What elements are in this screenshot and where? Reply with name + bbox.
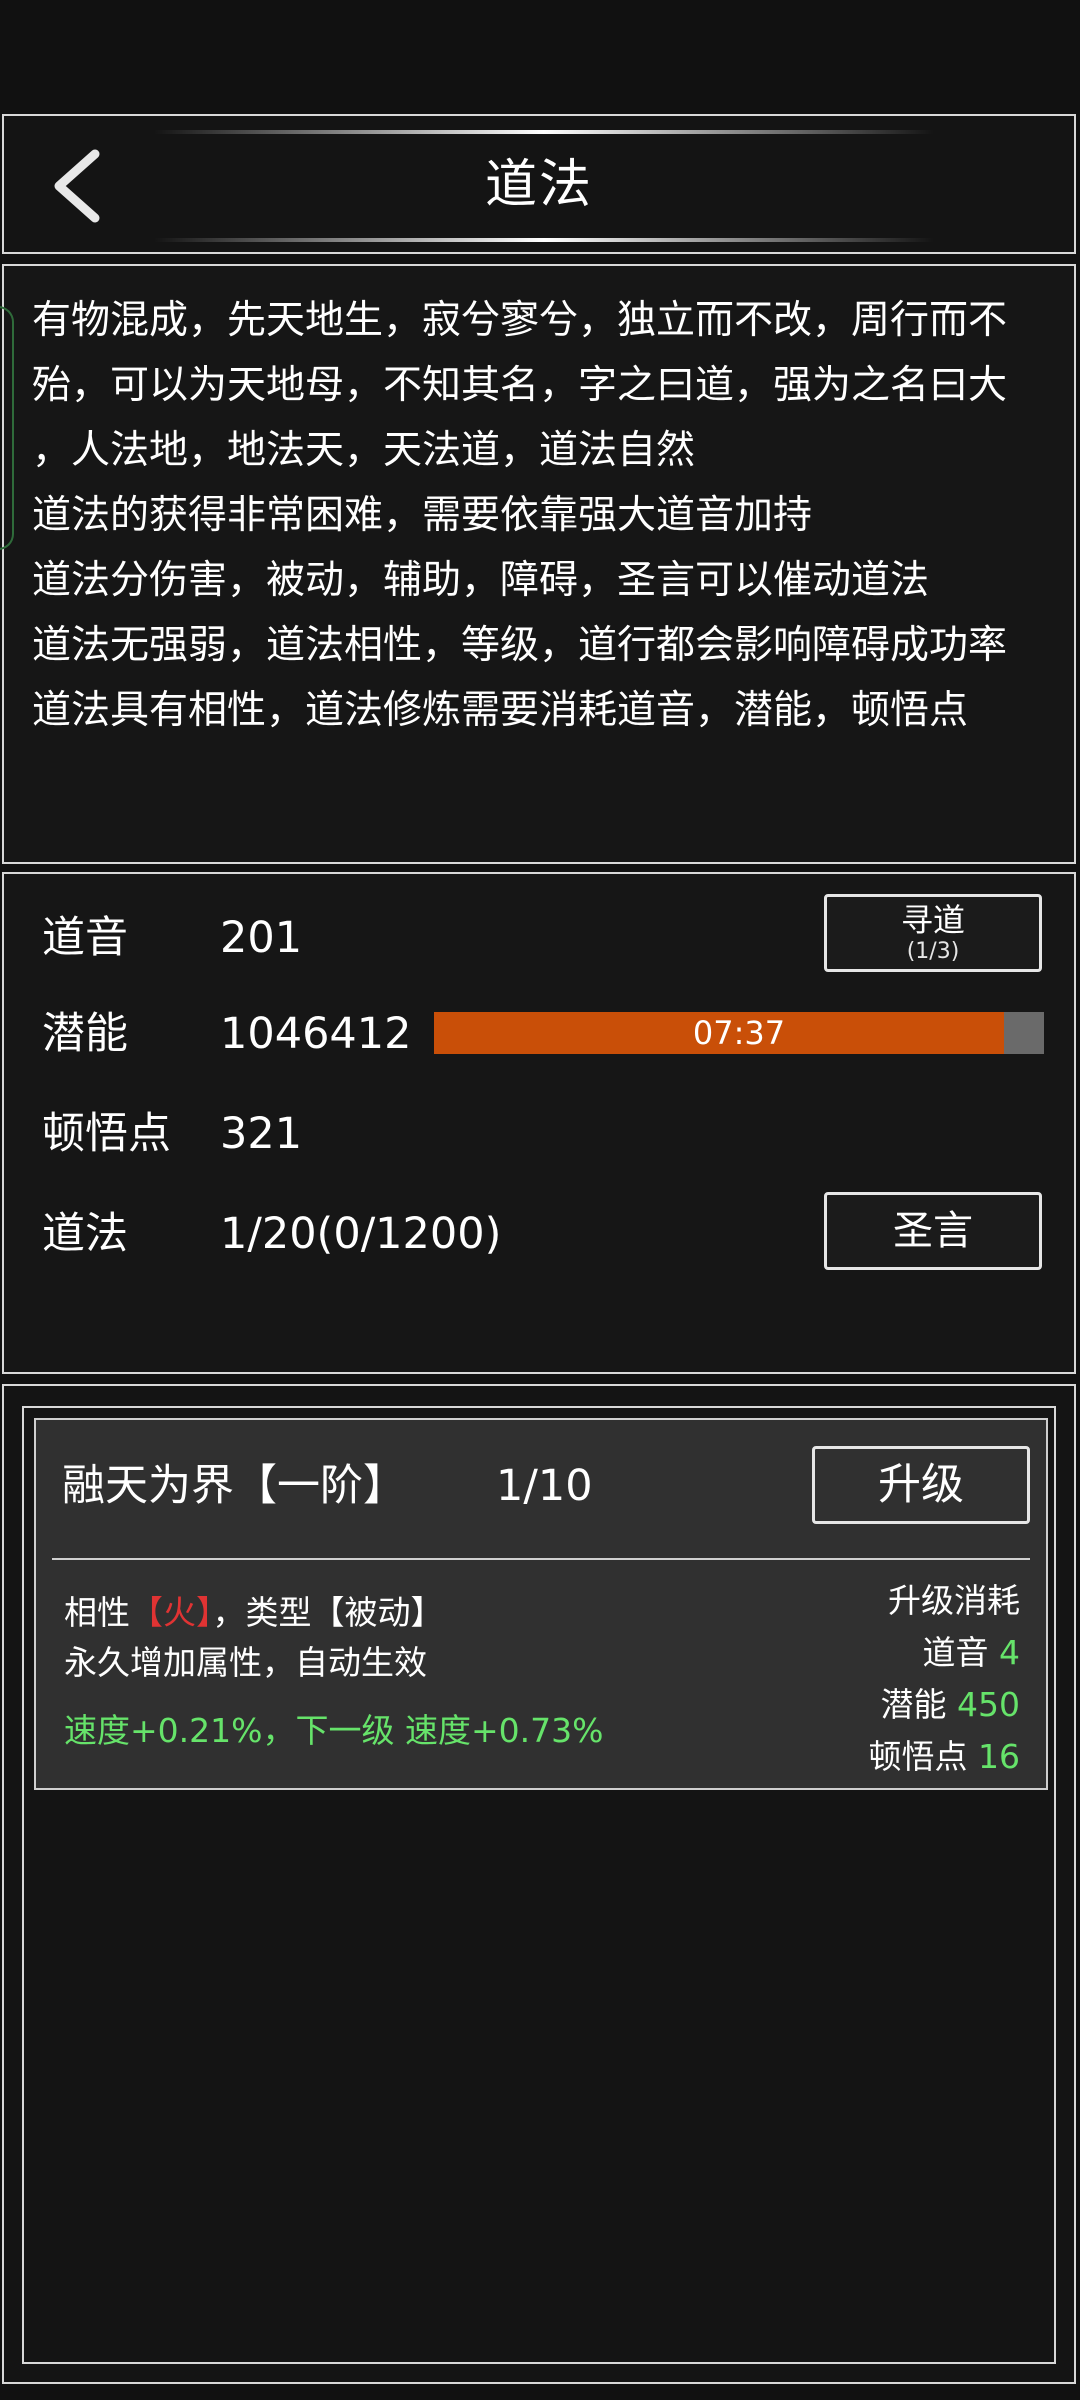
xundao-button-count: (1/3) [906, 939, 960, 964]
description-line: 殆，可以为天地母，不知其名，字之曰道，强为之名曰大 [32, 363, 1008, 408]
stats-panel: 道音 201 寻道 (1/3) 潜能 1046412 07:37 顿悟点 321… [2, 872, 1076, 1374]
skill-list: 融天为界【一阶】 1/10 升级 相性【火】，类型【被动】 永久增加属性，自动生… [22, 1406, 1056, 2364]
cost-label: 顿悟点 [868, 1737, 968, 1776]
header-glow-top [154, 130, 934, 134]
upgrade-button[interactable]: 升级 [812, 1446, 1030, 1524]
skill-type: ，类型【被动】 [212, 1593, 444, 1632]
skill-name: 融天为界【一阶】 [62, 1461, 406, 1511]
page-title: 道法 [484, 155, 593, 215]
cost-value: 4 [999, 1633, 1020, 1672]
xundao-button-label: 寻道 [900, 901, 965, 939]
shengyan-button[interactable]: 圣言 [824, 1192, 1042, 1270]
affinity-label: 相性 [64, 1593, 130, 1632]
skill-effect: 永久增加属性，自动生效 [64, 1643, 427, 1682]
skills-panel: 融天为界【一阶】 1/10 升级 相性【火】，类型【被动】 永久增加属性，自动生… [2, 1384, 1076, 2384]
timer-progress-bar: 07:37 [434, 1012, 1044, 1054]
description-line: 道法具有相性，道法修炼需要消耗道音，潜能，顿悟点 [32, 688, 969, 733]
cost-title: 升级消耗 [888, 1581, 1020, 1620]
daofa-label: 道法 [42, 1209, 128, 1259]
xundao-button[interactable]: 寻道 (1/3) [824, 894, 1042, 972]
cost-value: 450 [957, 1685, 1020, 1724]
cost-daoyin: 道音 4 [923, 1628, 1021, 1678]
cost-label: 道音 [922, 1633, 989, 1672]
skill-card: 融天为界【一阶】 1/10 升级 相性【火】，类型【被动】 永久增加属性，自动生… [34, 1418, 1048, 1790]
cost-qianneng: 潜能 450 [881, 1680, 1021, 1730]
skill-affinity-line: 相性【火】，类型【被动】 [64, 1588, 444, 1638]
header-bar: 道法 [2, 114, 1076, 254]
description-line: ，人法地，地法天，天法道，道法自然 [32, 428, 696, 473]
side-tab[interactable] [0, 306, 14, 550]
qianneng-value: 1046412 [220, 1009, 412, 1059]
cost-label: 潜能 [880, 1685, 947, 1724]
skill-speed: 速度+0.21%，下一级 速度+0.73% [64, 1711, 604, 1750]
skill-level: 1/10 [496, 1461, 593, 1511]
qianneng-label: 潜能 [42, 1009, 128, 1059]
description-line: 道法的获得非常困难，需要依靠强大道音加持 [32, 493, 813, 538]
cost-value: 16 [978, 1737, 1020, 1776]
divider [52, 1558, 1030, 1560]
description-line: 道法分伤害，被动，辅助，障碍，圣言可以催动道法 [32, 558, 930, 603]
dunwu-label: 顿悟点 [42, 1109, 171, 1159]
daoyin-value: 201 [220, 913, 303, 963]
daoyin-label: 道音 [42, 913, 128, 963]
description-line: 道法无强弱，道法相性，等级，道行都会影响障碍成功率 [32, 623, 1008, 668]
cost-dunwu: 顿悟点 16 [869, 1732, 1021, 1782]
description-panel: 有物混成，先天地生，寂兮寥兮，独立而不改，周行而不 殆，可以为天地母，不知其名，… [0, 264, 1076, 864]
dunwu-value: 321 [220, 1109, 303, 1159]
timer-text: 07:37 [692, 1014, 786, 1052]
description-line: 有物混成，先天地生，寂兮寥兮，独立而不改，周行而不 [32, 298, 1008, 343]
header-glow-bottom [154, 238, 934, 242]
affinity-value: 【火】 [130, 1593, 213, 1632]
daofa-value: 1/20(0/1200) [220, 1209, 502, 1259]
